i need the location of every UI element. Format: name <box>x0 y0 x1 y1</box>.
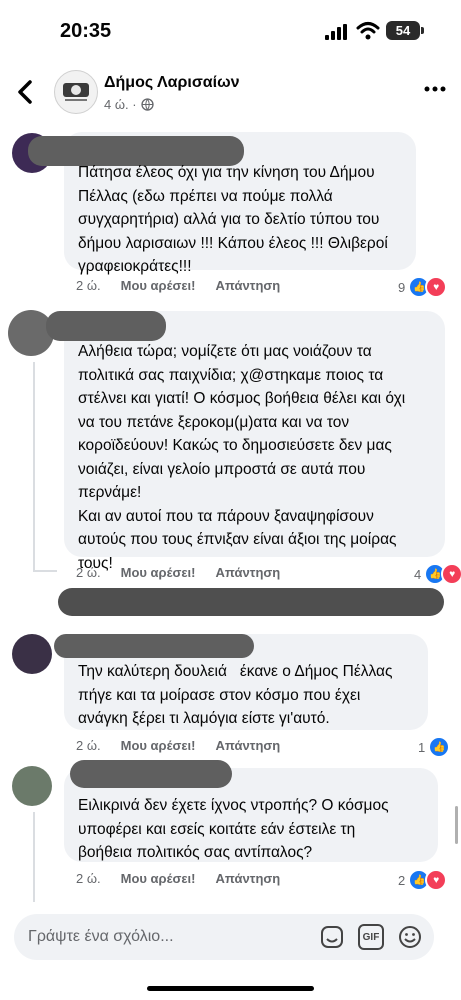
comment-text: Ειλικρινά δεν έχετε ίχνος ντροπής? Ο κόσ… <box>78 797 389 861</box>
like-button[interactable]: Μου αρέσει! <box>121 738 196 753</box>
emoji-icon[interactable] <box>397 924 423 950</box>
reaction-count: 9 <box>398 279 406 295</box>
municipality-logo-icon <box>63 83 89 101</box>
page-avatar[interactable] <box>54 70 98 114</box>
gif-label: GIF <box>362 931 380 943</box>
comment-age: 2 ώ. <box>76 871 101 886</box>
heart-reaction-icon: ♥ <box>425 869 448 891</box>
heart-reaction-icon: ♥ <box>425 276 448 298</box>
commenter-name-redacted <box>70 760 232 788</box>
comment-actions: 2 ώ. Μου αρέσει! Απάντηση <box>76 565 300 580</box>
reaction-summary[interactable]: 1 👍 <box>418 736 451 758</box>
comment-text: Πάτησα έλεος όχι για την κίνηση του Δήμο… <box>78 164 388 275</box>
comment-bubble: Την καλύτερη δουλειά έκανε ο Δήμος Πέλλα… <box>54 634 428 730</box>
wifi-icon <box>356 22 380 40</box>
post-age: 4 ώ. · <box>104 97 137 112</box>
battery-indicator: 54 <box>386 21 424 40</box>
reaction-count: 2 <box>398 872 406 888</box>
heart-reaction-icon: ♥ <box>441 563 461 585</box>
reply-button[interactable]: Απάντηση <box>215 278 280 293</box>
home-indicator <box>147 986 314 991</box>
like-reaction-icon: 👍 <box>428 736 451 758</box>
reply-button[interactable]: Απάντηση <box>215 738 280 753</box>
cellular-signal-icon <box>325 24 347 40</box>
status-time: 20:35 <box>60 20 112 42</box>
commenter-name-redacted <box>54 634 254 658</box>
scroll-indicator <box>455 806 458 844</box>
post-meta: 4 ώ. · <box>104 97 154 112</box>
comment-actions: 2 ώ. Μου αρέσει! Απάντηση <box>76 871 300 886</box>
commenter-avatar[interactable] <box>12 634 52 674</box>
like-button[interactable]: Μου αρέσει! <box>121 278 196 293</box>
thread-line <box>33 570 57 572</box>
comment-bubble: Αλήθεια τώρα; νομίζετε ότι μας νοιάζουν … <box>46 311 445 572</box>
status-bar: 20:35 54 <box>0 0 461 60</box>
comment-actions: 2 ώ. Μου αρέσει! Απάντηση <box>76 278 300 293</box>
comment-input-bar[interactable]: Γράψτε ένα σχόλιο... GIF <box>14 914 434 960</box>
globe-icon <box>140 98 154 111</box>
reply-button[interactable]: Απάντηση <box>215 565 280 580</box>
comment-input[interactable]: Γράψτε ένα σχόλιο... <box>28 928 174 946</box>
comment-actions: 2 ώ. Μου αρέσει! Απάντηση <box>76 738 300 753</box>
comment-text: Αλήθεια τώρα; νομίζετε ότι μας νοιάζουν … <box>78 343 406 572</box>
reply-button[interactable]: Απάντηση <box>215 871 280 886</box>
reaction-summary[interactable]: 4 👍 ♥ <box>414 563 461 585</box>
comment-age: 2 ώ. <box>76 738 101 753</box>
comment-bubble: Ειλικρινά δεν έχετε ίχνος ντροπής? Ο κόσ… <box>64 760 438 862</box>
gif-icon[interactable]: GIF <box>358 924 384 950</box>
comment-text: Την καλύτερη δουλειά έκανε ο Δήμος Πέλλα… <box>78 663 393 727</box>
like-button[interactable]: Μου αρέσει! <box>121 565 196 580</box>
reaction-summary[interactable]: 9 👍 ♥ <box>398 276 448 298</box>
commenter-name-redacted <box>46 311 166 341</box>
reaction-count: 1 <box>418 739 426 755</box>
like-button[interactable]: Μου αρέσει! <box>121 871 196 886</box>
collapsed-reply-redacted[interactable] <box>58 588 444 616</box>
sticker-icon[interactable] <box>319 924 345 950</box>
reaction-summary[interactable]: 2 👍 ♥ <box>398 869 448 891</box>
thread-line <box>33 362 35 572</box>
comment-bubble: Πάτησα έλεος όχι για την κίνηση του Δήμο… <box>28 132 416 275</box>
commenter-avatar[interactable] <box>12 766 52 806</box>
comment-age: 2 ώ. <box>76 565 101 580</box>
reaction-count: 4 <box>414 566 422 582</box>
more-options-icon[interactable] <box>424 84 446 94</box>
thread-line <box>33 812 35 902</box>
comment-age: 2 ώ. <box>76 278 101 293</box>
back-arrow-icon[interactable] <box>14 78 38 106</box>
page-name[interactable]: Δήμος Λαρισαίων <box>104 74 240 92</box>
post-header: Δήμος Λαρισαίων 4 ώ. · <box>0 62 461 122</box>
